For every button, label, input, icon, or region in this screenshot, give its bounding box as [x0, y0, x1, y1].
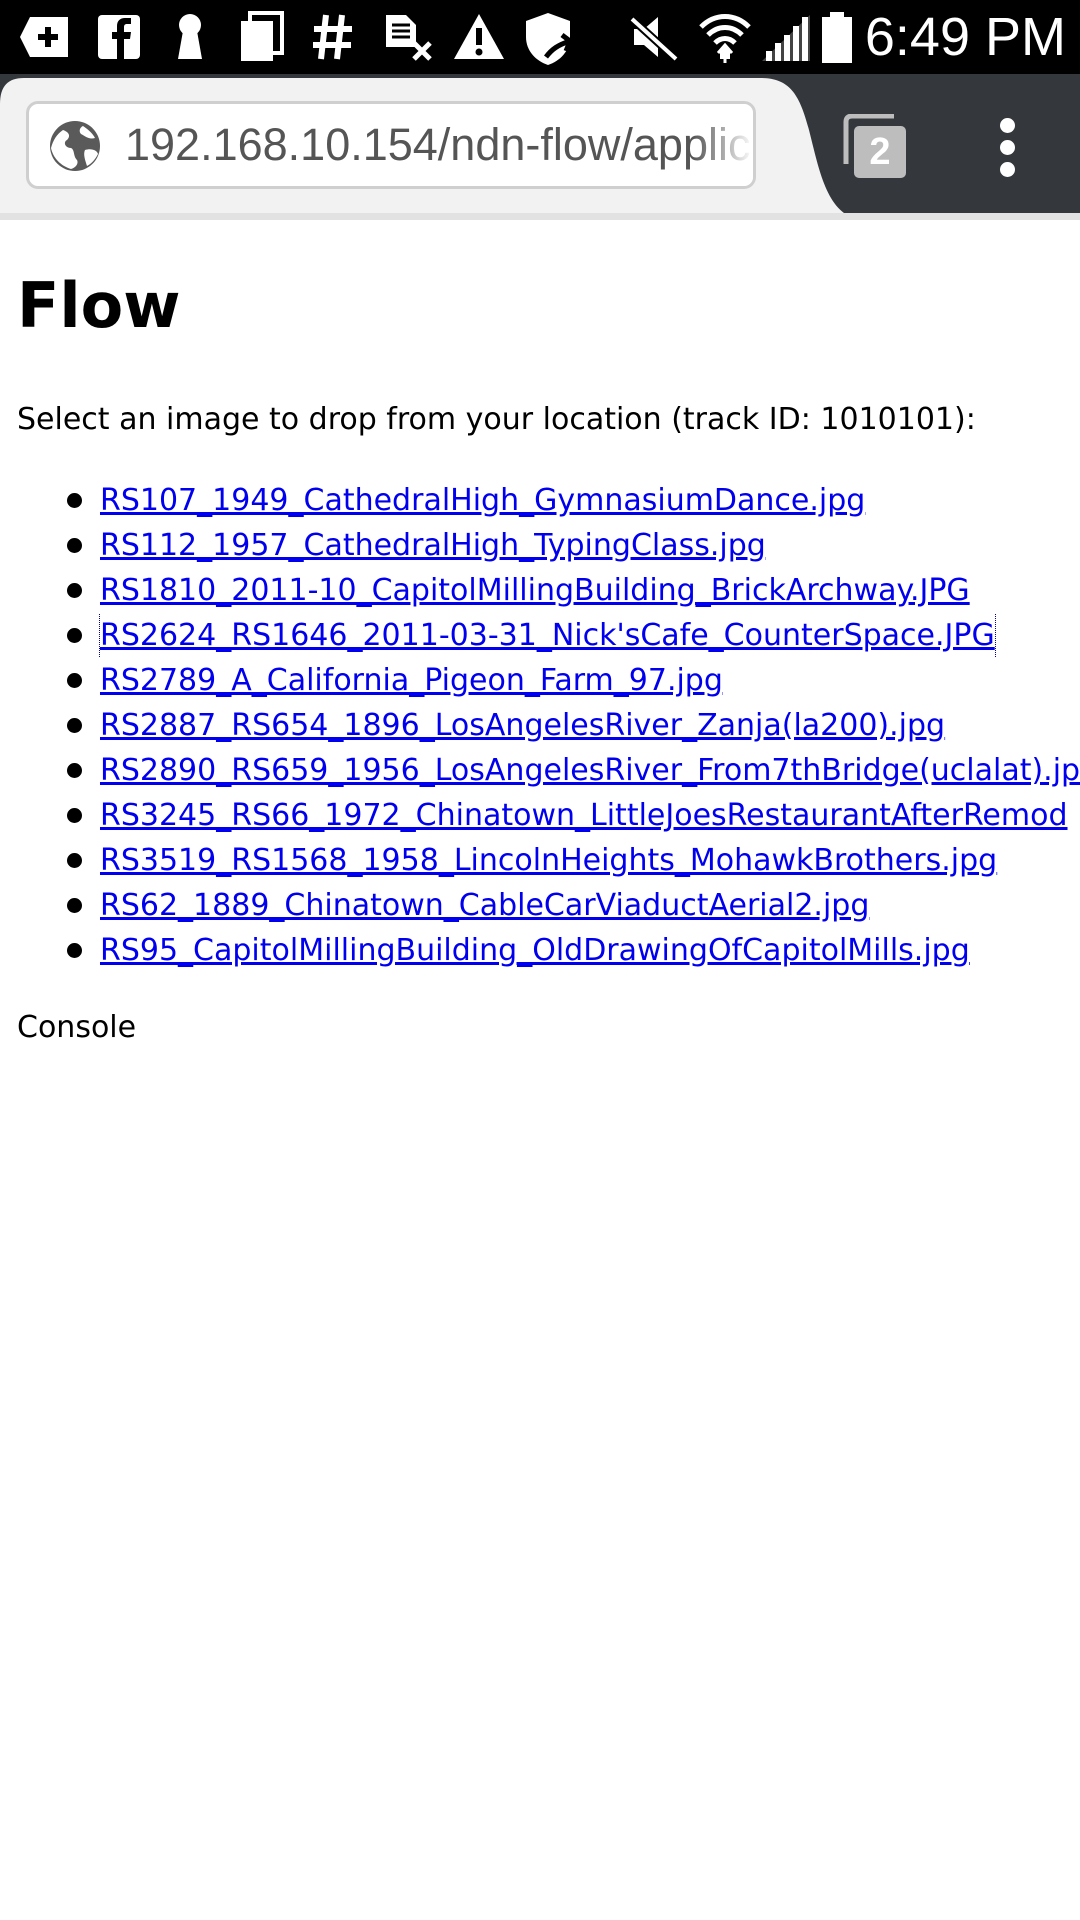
- file-link-focused[interactable]: RS2624_RS1646_2011-03-31_Nick'sCafe_Coun…: [99, 613, 996, 658]
- file-link[interactable]: RS2789_A_California_Pigeon_Farm_97.jpg: [100, 658, 723, 703]
- menu-dot-icon: [1000, 118, 1015, 133]
- file-link[interactable]: RS95_CapitolMillingBuilding_OldDrawingOf…: [100, 928, 970, 973]
- bullet-icon: [67, 808, 82, 823]
- bullet-icon: [67, 628, 82, 643]
- menu-dot-icon: [1000, 162, 1015, 177]
- file-link[interactable]: RS3245_RS66_1972_Chinatown_LittleJoesRes…: [100, 793, 1068, 838]
- status-time: 6:49 PM: [864, 7, 1066, 67]
- overflow-menu-button[interactable]: [990, 118, 1026, 178]
- bullet-icon: [67, 538, 82, 553]
- list-item: RS107_1949_CathedralHigh_GymnasiumDance.…: [0, 478, 1080, 523]
- toolbar-divider: [0, 213, 1080, 220]
- console-label: Console: [17, 1010, 137, 1045]
- list-item: RS2789_A_California_Pigeon_Farm_97.jpg: [0, 658, 1080, 703]
- wifi-icon: [698, 11, 752, 63]
- bullet-icon: [67, 718, 82, 733]
- list-item: RS1810_2011-10_CapitolMillingBuilding_Br…: [0, 568, 1080, 613]
- list-item: RS2890_RS659_1956_LosAngelesRiver_From7t…: [0, 748, 1080, 793]
- bullet-icon: [67, 763, 82, 778]
- hash-icon: [310, 11, 356, 63]
- list-item: RS62_1889_Chinatown_CableCarViaductAeria…: [0, 883, 1080, 928]
- file-link[interactable]: RS107_1949_CathedralHigh_GymnasiumDance.…: [100, 478, 865, 523]
- no-sim-icon: [382, 11, 434, 63]
- mute-icon: [628, 11, 680, 63]
- list-item: RS95_CapitolMillingBuilding_OldDrawingOf…: [0, 928, 1080, 973]
- file-link[interactable]: RS1810_2011-10_CapitolMillingBuilding_Br…: [100, 568, 970, 613]
- add-box-icon: [18, 11, 74, 63]
- signal-icon: [760, 11, 812, 63]
- page-title: Flow: [17, 269, 181, 342]
- address-bar[interactable]: 192.168.10.154/ndn-flow/applic: [26, 101, 756, 189]
- menu-dot-icon: [1000, 140, 1015, 155]
- facebook-icon: [96, 11, 142, 63]
- keyhole-icon: [170, 11, 210, 63]
- list-item: RS112_1957_CathedralHigh_TypingClass.jpg: [0, 523, 1080, 568]
- globe-icon: [49, 120, 101, 172]
- list-item: RS2624_RS1646_2011-03-31_Nick'sCafe_Coun…: [0, 613, 1080, 658]
- bullet-icon: [67, 898, 82, 913]
- status-bar: 6:49 PM: [0, 0, 1080, 74]
- file-link[interactable]: RS62_1889_Chinatown_CableCarViaductAeria…: [100, 883, 869, 928]
- file-link[interactable]: RS2890_RS659_1956_LosAngelesRiver_From7t…: [100, 748, 1080, 793]
- tab-switcher-button[interactable]: 2: [840, 114, 910, 182]
- list-item: RS3519_RS1568_1958_LincolnHeights_Mohawk…: [0, 838, 1080, 883]
- file-link[interactable]: RS3519_RS1568_1958_LincolnHeights_Mohawk…: [100, 838, 997, 883]
- battery-icon: [820, 11, 854, 63]
- list-item: RS3245_RS66_1972_Chinatown_LittleJoesRes…: [0, 793, 1080, 838]
- bullet-icon: [67, 673, 82, 688]
- url-text[interactable]: 192.168.10.154/ndn-flow/applic: [125, 104, 753, 186]
- bullet-icon: [67, 493, 82, 508]
- list-item: RS2887_RS654_1896_LosAngelesRiver_Zanja(…: [0, 703, 1080, 748]
- copy-icon: [238, 11, 284, 63]
- intro-text: Select an image to drop from your locati…: [17, 402, 976, 437]
- file-list: RS107_1949_CathedralHigh_GymnasiumDance.…: [0, 478, 1080, 973]
- browser-toolbar: 192.168.10.154/ndn-flow/applic 2: [0, 74, 1080, 220]
- url-fade: [693, 104, 753, 186]
- file-link[interactable]: RS2887_RS654_1896_LosAngelesRiver_Zanja(…: [100, 703, 945, 748]
- bullet-icon: [67, 853, 82, 868]
- bullet-icon: [67, 583, 82, 598]
- file-link[interactable]: RS112_1957_CathedralHigh_TypingClass.jpg: [100, 523, 766, 568]
- warning-icon: [452, 11, 506, 63]
- tab-count: 2: [869, 131, 891, 173]
- bullet-icon: [67, 943, 82, 958]
- shield-icon: [522, 11, 578, 65]
